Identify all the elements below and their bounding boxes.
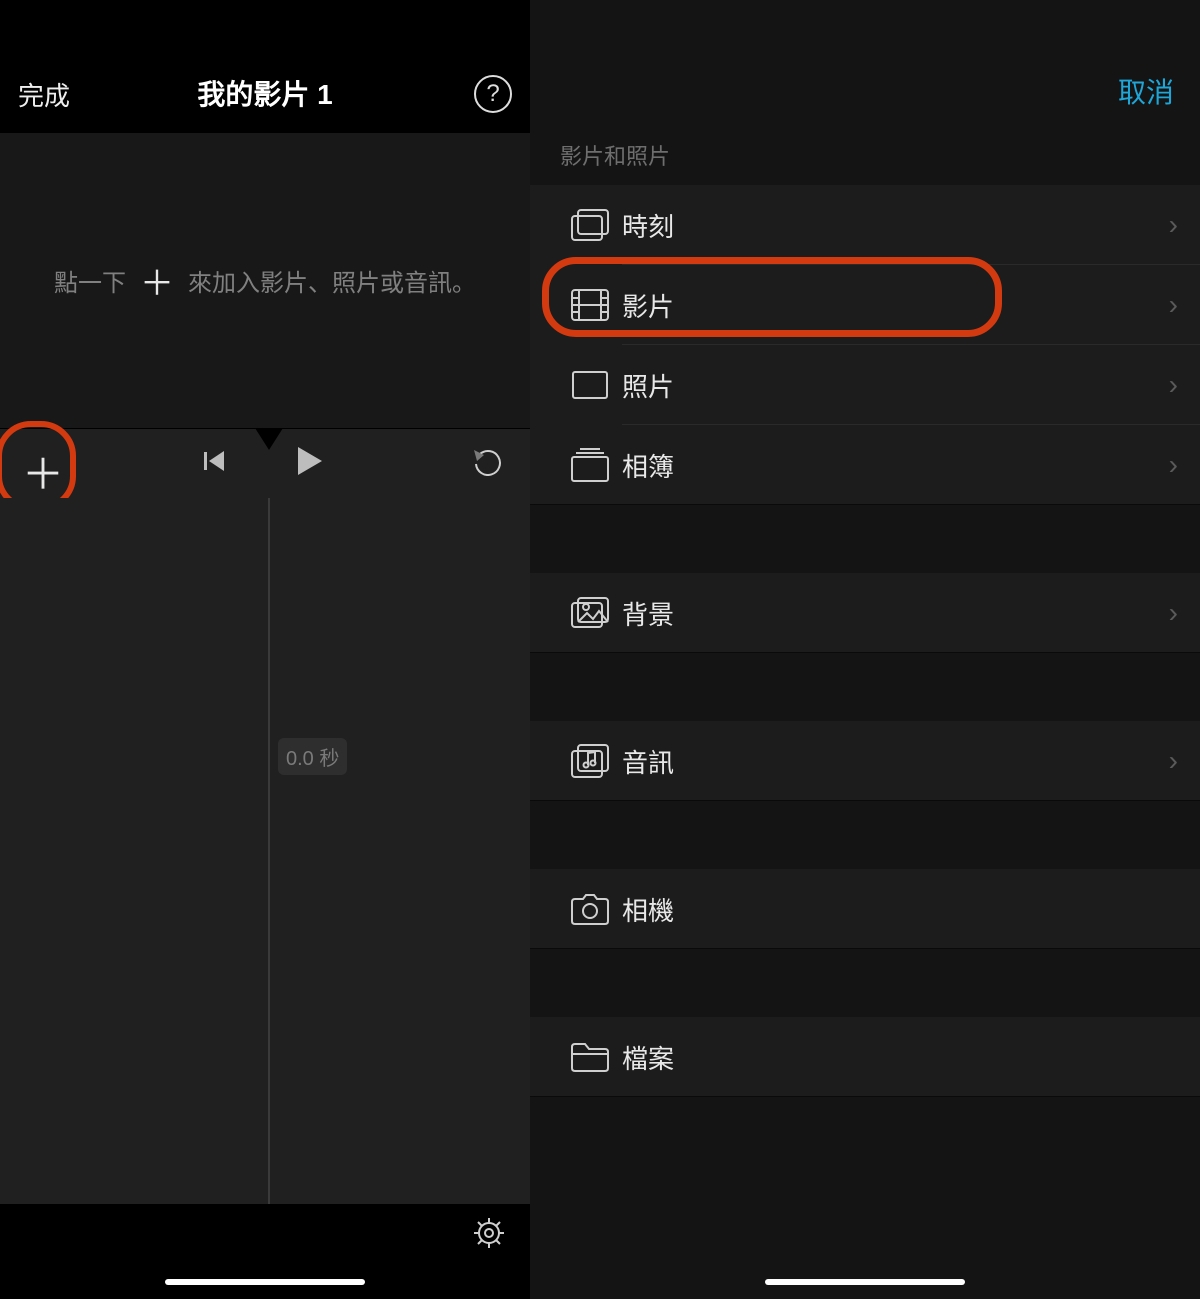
media-list-group: 時刻 › 影片 › — [530, 185, 1200, 505]
row-backgrounds[interactable]: 背景 › — [530, 573, 1200, 653]
hint-prefix: 點一下 — [54, 263, 126, 298]
settings-button[interactable] — [472, 1216, 506, 1255]
undo-icon — [470, 446, 506, 476]
empty-hint: 點一下 ＋ 來加入影片、照片或音訊。 — [54, 256, 476, 305]
timeline[interactable]: 0.0 秒 — [0, 498, 530, 1204]
plus-icon: ＋ — [140, 256, 174, 305]
picker-header: 取消 — [530, 0, 1200, 133]
moments-icon — [571, 209, 609, 241]
editor-panel: 完成 我的影片 1 ? 點一下 ＋ 來加入影片、照片或音訊。 ＋ — [0, 0, 530, 1299]
camera-icon — [570, 893, 610, 925]
play-button[interactable] — [292, 444, 326, 483]
editor-header: 完成 我的影片 1 ? — [0, 0, 530, 133]
row-video[interactable]: 影片 › — [530, 265, 1200, 345]
section-label-media: 影片和照片 — [530, 133, 1200, 185]
row-audio[interactable]: 音訊 › — [530, 721, 1200, 801]
chevron-right-icon: › — [1169, 449, 1178, 481]
hint-suffix: 來加入影片、照片或音訊。 — [188, 263, 476, 298]
transport-bar: ＋ — [0, 428, 530, 498]
audio-icon — [571, 744, 609, 778]
add-media-button[interactable]: ＋ — [22, 441, 64, 502]
chevron-right-icon: › — [1169, 289, 1178, 321]
playhead-marker-icon — [255, 428, 283, 450]
chevron-right-icon: › — [1169, 597, 1178, 629]
play-icon — [292, 444, 326, 478]
preview-area: 點一下 ＋ 來加入影片、照片或音訊。 — [0, 133, 530, 428]
timeline-duration: 0.0 秒 — [278, 738, 347, 775]
row-label: 音訊 — [622, 743, 1169, 780]
row-label: 照片 — [622, 367, 1169, 404]
chevron-right-icon: › — [1169, 369, 1178, 401]
row-albums[interactable]: 相簿 › — [530, 425, 1200, 505]
audio-group: 音訊 › — [530, 721, 1200, 801]
row-files[interactable]: 檔案 — [530, 1017, 1200, 1097]
project-title: 我的影片 1 — [197, 73, 332, 113]
media-picker-panel: 取消 影片和照片 時刻 › — [530, 0, 1200, 1299]
gear-icon — [472, 1216, 506, 1250]
row-moments[interactable]: 時刻 › — [530, 185, 1200, 265]
row-camera[interactable]: 相機 — [530, 869, 1200, 949]
spacer — [530, 653, 1200, 721]
spacer — [530, 505, 1200, 573]
playhead-line-icon — [268, 498, 270, 1204]
backgrounds-icon — [571, 597, 609, 629]
help-button[interactable]: ? — [474, 75, 512, 113]
undo-button[interactable] — [470, 446, 506, 481]
spacer — [530, 801, 1200, 869]
spacer — [530, 949, 1200, 1017]
row-label: 檔案 — [622, 1039, 1178, 1076]
row-photos[interactable]: 照片 › — [530, 345, 1200, 425]
row-label: 相機 — [622, 891, 1178, 928]
row-label: 時刻 — [622, 207, 1169, 244]
row-label: 背景 — [622, 595, 1169, 632]
backgrounds-group: 背景 › — [530, 573, 1200, 653]
photos-icon — [572, 371, 608, 399]
row-label: 影片 — [622, 287, 1169, 324]
skip-back-button[interactable] — [200, 447, 228, 480]
cancel-button[interactable]: 取消 — [1118, 71, 1174, 111]
home-indicator-icon — [165, 1279, 365, 1285]
done-button[interactable]: 完成 — [18, 76, 70, 113]
files-group: 檔案 — [530, 1017, 1200, 1097]
chevron-right-icon: › — [1169, 209, 1178, 241]
home-indicator-icon — [765, 1279, 965, 1285]
camera-group: 相機 — [530, 869, 1200, 949]
editor-footer — [0, 1204, 530, 1299]
files-icon — [570, 1041, 610, 1073]
albums-icon — [571, 448, 609, 482]
row-label: 相簿 — [622, 447, 1169, 484]
chevron-right-icon: › — [1169, 745, 1178, 777]
video-icon — [571, 289, 609, 321]
skip-back-icon — [200, 447, 228, 475]
